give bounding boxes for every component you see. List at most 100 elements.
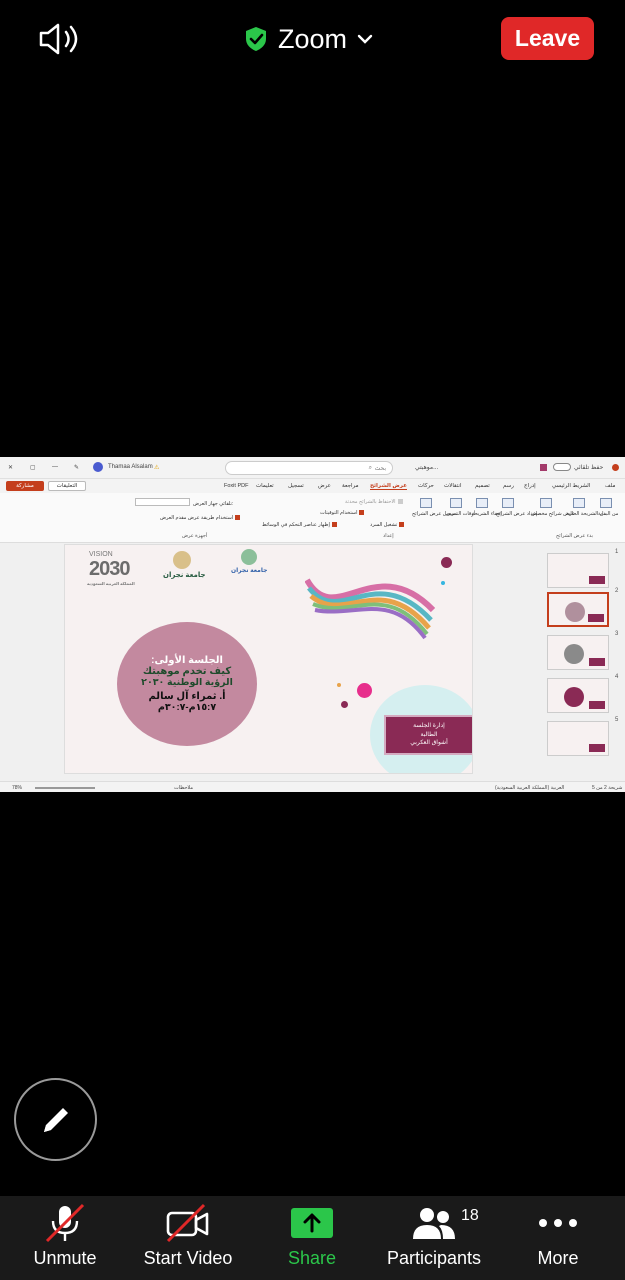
- annotate-button[interactable]: [14, 1078, 97, 1161]
- tab-insert[interactable]: إدراج: [524, 483, 536, 489]
- slide-thumbnail[interactable]: [547, 553, 609, 588]
- pen-icon[interactable]: ✎: [74, 464, 79, 471]
- session-subtitle: الرؤية الوطنية ٢٠٣٠: [141, 677, 233, 688]
- show-media-controls-checkbox[interactable]: إظهار عناصر التحكم في الوسائط: [262, 522, 337, 528]
- slide-thumbnail[interactable]: [547, 678, 609, 713]
- user-avatar[interactable]: [93, 462, 103, 472]
- hide-slide-label: إخفاء الشريحة: [472, 511, 502, 517]
- tab-home[interactable]: الشريط الرئيسي: [552, 483, 590, 489]
- setup-show-icon[interactable]: [502, 498, 514, 508]
- more-label: More: [537, 1248, 579, 1268]
- tab-slideshow[interactable]: عرض الشرائح: [370, 483, 407, 490]
- play-narrations-checkbox[interactable]: تشغيل السرد: [370, 522, 405, 528]
- zoom-level[interactable]: 78%: [12, 785, 22, 791]
- search-input[interactable]: بحث ⌕: [225, 461, 393, 475]
- minimize-window-icon[interactable]: —: [52, 464, 58, 470]
- speaker-icon[interactable]: [38, 22, 82, 56]
- pencil-icon: [43, 1107, 68, 1132]
- keep-updated-checkbox[interactable]: الاحتفاظ بالشرائح محدثة: [345, 499, 403, 505]
- leave-button[interactable]: Leave: [501, 17, 594, 60]
- rehearse-icon[interactable]: [450, 498, 462, 508]
- vision-year: 2030: [89, 558, 130, 580]
- tab-design[interactable]: تصميم: [475, 483, 490, 489]
- thumbnail-number: 4: [615, 674, 619, 680]
- autosave-toggle[interactable]: [553, 463, 571, 471]
- ribbon-tabs: مشاركة التعليقات Foxit PDF تعليمات تسجيل…: [0, 479, 625, 493]
- presenter-view-checkbox[interactable]: استخدام طريقة عرض مقدم العرض: [160, 515, 241, 521]
- warning-icon: ⚠: [154, 465, 160, 471]
- powerpoint-title-bar: ✕ ▢ — ✎ Thamaa Alsalam ⚠ بحث ⌕ موهبتي...…: [0, 457, 625, 479]
- shield-check-icon: [246, 27, 266, 51]
- thumbnail-number: 3: [615, 631, 619, 637]
- monitor-select[interactable]: [135, 498, 190, 506]
- autosave-label: حفظ تلقائي: [574, 465, 604, 471]
- zoom-bottom-bar: Unmute Start Video Share Participants Mo…: [0, 1196, 625, 1280]
- close-window-icon[interactable]: ✕: [8, 464, 13, 471]
- najran-emblem: [173, 551, 191, 569]
- start-video-button[interactable]: Start Video: [128, 1203, 248, 1274]
- slide-thumbnail[interactable]: [547, 721, 609, 756]
- more-button[interactable]: More: [498, 1204, 618, 1274]
- more-dots-icon: [539, 1219, 577, 1227]
- restore-window-icon[interactable]: ▢: [30, 464, 36, 471]
- participants-label: Participants: [386, 1248, 482, 1268]
- tab-foxit[interactable]: Foxit PDF: [224, 483, 248, 489]
- slide-thumbnail-selected[interactable]: [547, 592, 609, 627]
- decor-dot: [357, 683, 372, 698]
- session-management-box: إدارة الجلسة الطالبة أشواق العكربي: [384, 715, 472, 755]
- decor-dot: [441, 581, 445, 585]
- app-title: Zoom: [278, 23, 348, 54]
- tab-file[interactable]: ملف: [605, 483, 615, 489]
- ppt-share-button[interactable]: مشاركة: [6, 481, 44, 491]
- najran-emblem-2: [241, 549, 257, 565]
- najran-logo-2: جامعة نجران: [231, 568, 268, 574]
- save-icon[interactable]: [540, 464, 547, 471]
- swirl-graphic: [305, 578, 435, 640]
- user-name: Thamaa Alsalam: [108, 464, 153, 470]
- custom-show-icon[interactable]: [540, 498, 552, 508]
- search-placeholder: بحث: [374, 466, 386, 472]
- participants-count-badge: 18: [461, 1207, 479, 1224]
- tab-help[interactable]: تعليمات: [256, 483, 274, 489]
- meeting-title[interactable]: Zoom: [244, 22, 373, 56]
- tab-view[interactable]: عرض: [318, 483, 331, 489]
- start-video-label: Start Video: [143, 1248, 233, 1268]
- notes-button[interactable]: ملاحظات: [174, 785, 193, 791]
- slide-canvas[interactable]: VISION 2030 المملكة العربية السعودية جام…: [64, 544, 473, 774]
- comments-button[interactable]: التعليقات: [48, 481, 86, 491]
- setup-show-label: إعداد عرض الشرائح: [496, 511, 538, 517]
- tab-animations[interactable]: حركات: [418, 483, 434, 489]
- share-button[interactable]: Share: [252, 1204, 372, 1274]
- slide-counter: شريحة 2 من 5: [592, 785, 623, 791]
- participants-icon: [413, 1208, 455, 1239]
- slide-workarea: VISION 2030 المملكة العربية السعودية جام…: [0, 543, 625, 781]
- slide-thumbnail[interactable]: [547, 635, 609, 670]
- share-screen-icon: [291, 1208, 333, 1238]
- ribbon-group-setup-label: إعداد: [383, 533, 394, 539]
- muted-microphone-icon: [45, 1203, 85, 1243]
- powerpoint-logo-icon: [612, 464, 619, 471]
- zoom-slider[interactable]: [35, 787, 95, 789]
- use-timings-checkbox[interactable]: استخدام التوقيتات: [320, 510, 365, 516]
- ribbon-group-monitors-label: أجهزة عرض: [182, 533, 208, 539]
- chevron-down-icon: [357, 34, 373, 44]
- record-show-icon[interactable]: [420, 498, 432, 508]
- tab-review[interactable]: مراجعة: [342, 483, 359, 489]
- tab-record[interactable]: تسجيل: [288, 483, 304, 489]
- tab-transitions[interactable]: انتقالات: [444, 483, 462, 489]
- thumbnail-number: 2: [615, 588, 619, 594]
- tab-draw[interactable]: رسم: [503, 483, 514, 489]
- search-icon: ⌕: [368, 465, 372, 471]
- from-beginning-icon[interactable]: [600, 498, 612, 508]
- hide-slide-icon[interactable]: [476, 498, 488, 508]
- from-current-icon[interactable]: [573, 498, 585, 508]
- unmute-button[interactable]: Unmute: [5, 1203, 125, 1274]
- vision-subtitle: المملكة العربية السعودية: [87, 581, 135, 586]
- video-off-icon: [166, 1203, 209, 1243]
- ribbon: من البداية من الشريحة الحالية عرض شرائح …: [0, 493, 625, 543]
- custom-show-label: عرض شرائح مخصص: [531, 511, 575, 517]
- session-heading: الجلسة الأولى:: [151, 655, 223, 666]
- session-circle: الجلسة الأولى: كيف تخدم موهبتك الرؤية ال…: [117, 622, 257, 746]
- shared-screen: ✕ ▢ — ✎ Thamaa Alsalam ⚠ بحث ⌕ موهبتي...…: [0, 457, 625, 792]
- unmute-label: Unmute: [33, 1248, 97, 1268]
